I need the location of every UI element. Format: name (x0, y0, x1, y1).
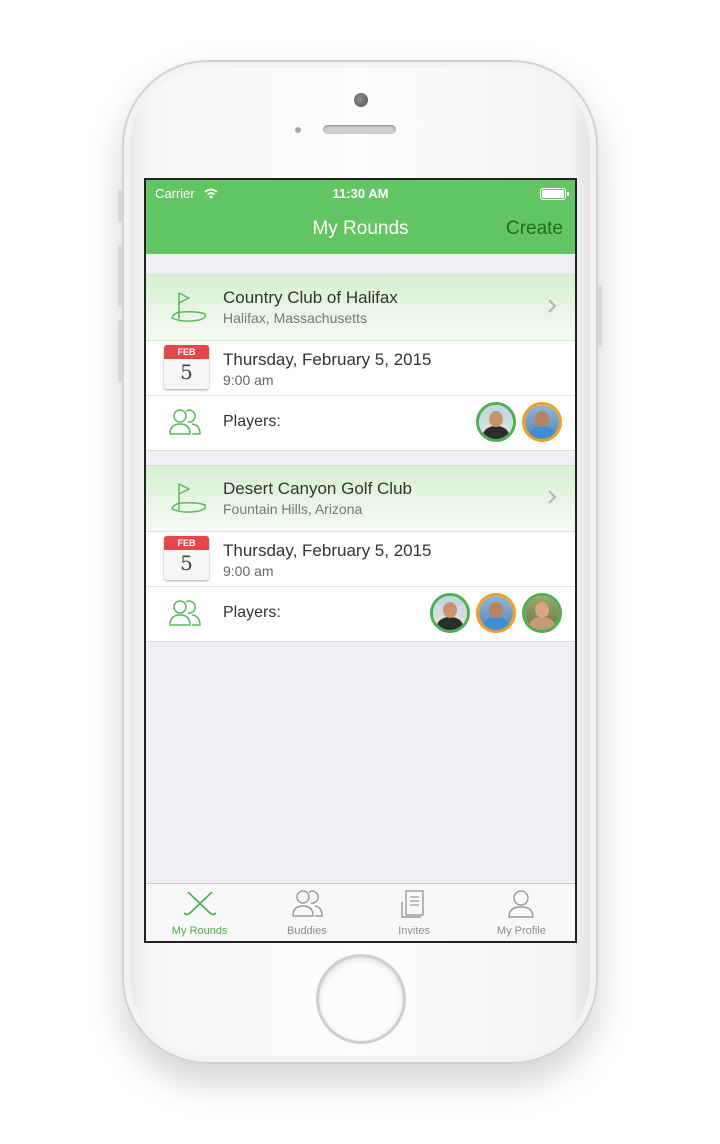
players-row: Players: (146, 587, 575, 640)
round-card: Desert Canyon Golf Club Fountain Hills, … (146, 465, 575, 642)
avatar[interactable] (476, 593, 516, 633)
tab-my-profile[interactable]: My Profile (468, 884, 575, 941)
calendar-month: FEB (164, 536, 209, 550)
tab-buddies[interactable]: Buddies (253, 884, 360, 941)
avatar[interactable] (522, 402, 562, 442)
tab-label: My Profile (496, 925, 546, 937)
course-location: Halifax, Massachusetts (223, 310, 367, 326)
calendar-icon: FEB 5 (164, 536, 209, 580)
calendar-month: FEB (164, 345, 209, 359)
profile-icon (504, 889, 538, 924)
calendar-day: 5 (180, 551, 193, 575)
status-bar: Carrier 11:30 AM (146, 186, 575, 202)
course-name: Desert Canyon Golf Club (223, 479, 412, 498)
calendar-icon: FEB 5 (164, 345, 209, 389)
golf-clubs-icon (183, 889, 217, 924)
date-row: FEB 5 Thursday, February 5, 2015 9:00 am (146, 341, 575, 396)
round-time: 9:00 am (223, 563, 274, 579)
avatar[interactable] (522, 593, 562, 633)
tab-label: Invites (398, 925, 431, 937)
round-card: Country Club of Halifax Halifax, Massach… (146, 274, 575, 451)
tab-my-rounds[interactable]: My Rounds (146, 884, 253, 941)
date-row: FEB 5 Thursday, February 5, 2015 9:00 am (146, 532, 575, 587)
buddies-icon (290, 889, 324, 924)
players-icon (168, 408, 202, 441)
players-icon (168, 599, 202, 632)
status-time: 11:30 AM (332, 186, 389, 201)
players-label: Players: (223, 413, 281, 430)
players-label: Players: (223, 604, 281, 621)
avatar[interactable] (430, 593, 470, 633)
course-row[interactable]: Country Club of Halifax Halifax, Massach… (146, 275, 575, 341)
players-row: Players: (146, 396, 575, 449)
course-row[interactable]: Desert Canyon Golf Club Fountain Hills, … (146, 466, 575, 532)
home-button[interactable] (319, 957, 403, 1041)
navigation-bar: Carrier 11:30 AM My Rounds Create (146, 180, 575, 254)
calendar-day: 5 (180, 360, 193, 384)
volume-down-button (118, 320, 123, 382)
tab-label: My Rounds (171, 925, 228, 937)
app-screen: Carrier 11:30 AM My Rounds Create Countr… (146, 180, 575, 941)
volume-up-button (118, 245, 123, 307)
earpiece-speaker (323, 125, 396, 134)
golf-flag-icon (169, 481, 209, 520)
mute-switch (118, 190, 123, 222)
player-avatars (430, 593, 562, 633)
power-button (597, 285, 602, 347)
chevron-right-icon (547, 298, 557, 319)
create-button[interactable]: Create (506, 218, 563, 240)
invites-icon (397, 889, 431, 924)
tab-invites[interactable]: Invites (361, 884, 468, 941)
player-avatars (476, 402, 562, 442)
course-name: Country Club of Halifax (223, 288, 398, 307)
golf-flag-icon (169, 290, 209, 329)
proximity-sensor (295, 127, 301, 133)
round-time: 9:00 am (223, 372, 274, 388)
battery-icon (540, 188, 569, 200)
avatar[interactable] (476, 402, 516, 442)
tab-bar: My Rounds Buddies Invites My Profile (146, 883, 575, 941)
round-date: Thursday, February 5, 2015 (223, 541, 432, 560)
course-location: Fountain Hills, Arizona (223, 501, 363, 517)
chevron-right-icon (547, 489, 557, 510)
front-camera (354, 93, 368, 107)
tab-label: Buddies (286, 925, 327, 937)
round-date: Thursday, February 5, 2015 (223, 350, 432, 369)
